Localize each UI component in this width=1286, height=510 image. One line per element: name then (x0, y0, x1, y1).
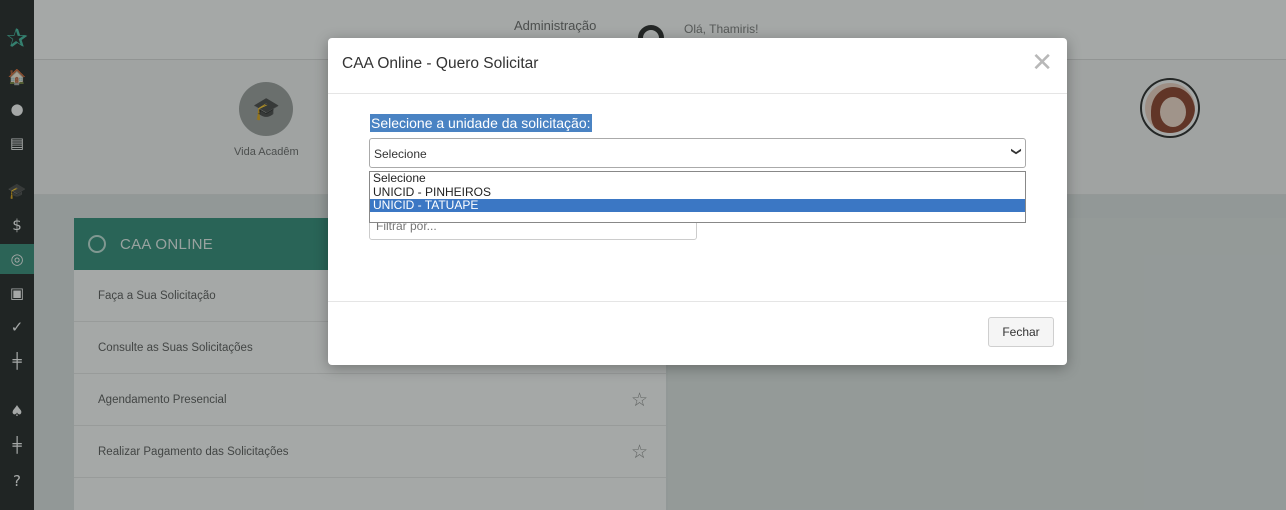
unit-select[interactable]: Selecione ❯ (369, 138, 1026, 168)
unit-label: Selecione a unidade da solicitação: (370, 114, 592, 132)
modal-footer: Fechar (328, 301, 1067, 365)
select-value: Selecione (374, 147, 427, 161)
unit-dropdown-list: Selecione UNICID - PINHEIROS UNICID - TA… (369, 171, 1026, 223)
modal-title: CAA Online - Quero Solicitar (342, 55, 539, 72)
close-button[interactable]: Fechar (988, 317, 1054, 347)
modal-header: CAA Online - Quero Solicitar ✕ (328, 38, 1067, 94)
chevron-down-icon: ❯ (1010, 147, 1022, 156)
dropdown-option-selected[interactable]: UNICID - TATUAPE (370, 199, 1025, 212)
close-icon[interactable]: ✕ (1031, 50, 1053, 76)
dropdown-option[interactable]: Selecione (370, 172, 1025, 186)
